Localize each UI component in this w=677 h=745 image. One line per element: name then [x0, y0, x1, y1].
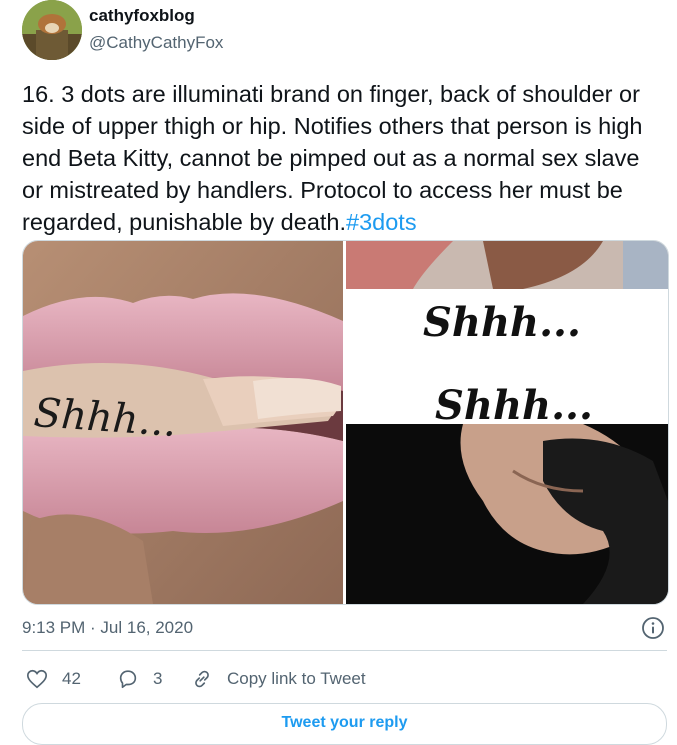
- tweet-media-grid[interactable]: Shhh... Shhh... Shhh...: [22, 240, 669, 605]
- info-icon[interactable]: [641, 616, 665, 640]
- reply-bubble-icon: [119, 670, 137, 689]
- reply-count: 3: [153, 669, 163, 688]
- media-collage: Shhh... Shhh... Shhh...: [23, 241, 668, 604]
- hashtag-link[interactable]: #3dots: [346, 209, 417, 235]
- like-count: 42: [62, 669, 81, 688]
- link-icon: [195, 670, 209, 688]
- tweet-reply-button[interactable]: Tweet your reply: [22, 703, 667, 745]
- copy-link-label: Copy link to Tweet: [227, 669, 366, 688]
- divider: [22, 650, 667, 651]
- tattoo-text-shoulder-1: Shhh...: [423, 299, 581, 346]
- reply-button[interactable]: 3: [117, 666, 162, 692]
- author-name[interactable]: cathyfoxblog: [89, 6, 195, 26]
- author-handle[interactable]: @CathyCathyFox: [89, 33, 223, 53]
- tweet-timestamp[interactable]: 9:13 PM · Jul 16, 2020: [22, 618, 193, 638]
- like-button[interactable]: 42: [26, 666, 81, 692]
- heart-icon: [27, 669, 47, 689]
- tweet-text: 16. 3 dots are illuminati brand on finge…: [22, 78, 662, 238]
- copy-link-button[interactable]: Copy link to Tweet: [191, 666, 366, 692]
- hip-photo[interactable]: [346, 424, 668, 604]
- author-avatar[interactable]: [22, 0, 82, 60]
- tweet-body: 16. 3 dots are illuminati brand on finge…: [22, 81, 643, 235]
- avatar-image: [22, 0, 82, 60]
